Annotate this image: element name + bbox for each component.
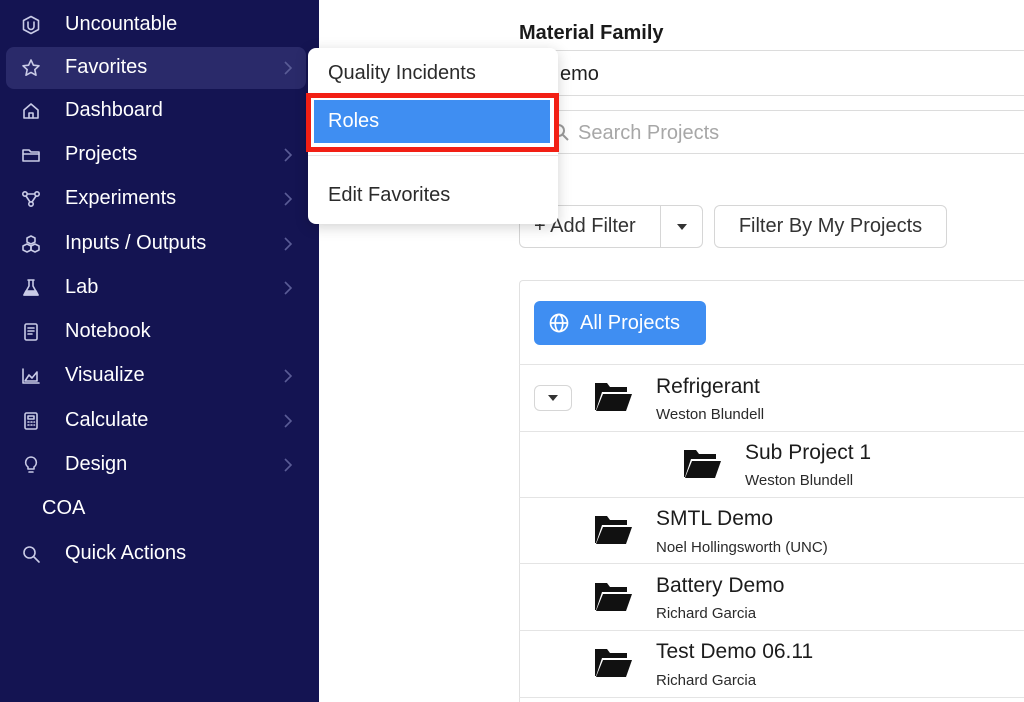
chevron-right-icon bbox=[280, 59, 296, 77]
sidebar-item-label: Visualize bbox=[65, 364, 145, 386]
project-name[interactable]: Sub Project 1 bbox=[745, 441, 871, 465]
sidebar-item-lab[interactable]: Lab bbox=[6, 267, 306, 309]
all-projects-button[interactable]: All Projects bbox=[534, 301, 706, 345]
search-icon bbox=[20, 543, 42, 565]
caret-down-icon bbox=[548, 395, 558, 401]
sidebar-item-label: Projects bbox=[65, 143, 138, 165]
sidebar-item-label: Design bbox=[65, 453, 128, 475]
chevron-right-icon bbox=[280, 235, 296, 253]
sidebar: Uncountable Favorites Dashboard Projects… bbox=[0, 0, 319, 702]
project-owner: Noel Hollingsworth (UNC) bbox=[656, 539, 828, 556]
project-name[interactable]: Test Demo 06.11 bbox=[656, 640, 813, 664]
star-icon bbox=[20, 57, 42, 79]
chevron-right-icon bbox=[280, 456, 296, 474]
folder-icon bbox=[593, 380, 633, 414]
sidebar-item-label: Dashboard bbox=[65, 99, 163, 121]
row-divider bbox=[519, 697, 1024, 698]
chevron-right-icon bbox=[280, 190, 296, 208]
all-projects-label: All Projects bbox=[580, 311, 681, 334]
row-divider bbox=[519, 630, 1024, 631]
sidebar-item-label: COA bbox=[42, 497, 86, 519]
sidebar-item-label: Lab bbox=[65, 276, 99, 298]
sidebar-item-dashboard[interactable]: Dashboard bbox=[6, 90, 306, 132]
folder-icon bbox=[593, 580, 633, 614]
project-owner: Weston Blundell bbox=[745, 472, 854, 489]
area-chart-icon bbox=[20, 365, 42, 387]
sidebar-item-experiments[interactable]: Experiments bbox=[6, 178, 306, 220]
project-name[interactable]: Refrigerant bbox=[656, 375, 760, 399]
row-divider bbox=[519, 497, 1024, 498]
sidebar-item-design[interactable]: Design bbox=[6, 444, 306, 486]
add-filter-dropdown[interactable] bbox=[661, 206, 702, 247]
sidebar-item-label: Quick Actions bbox=[65, 542, 187, 564]
material-family-value: emo bbox=[560, 63, 599, 85]
folder-icon bbox=[593, 646, 633, 680]
sidebar-item-label: Calculate bbox=[65, 409, 149, 431]
project-owner: Weston Blundell bbox=[656, 406, 765, 423]
menu-item-roles-label: Roles bbox=[328, 110, 380, 132]
chevron-right-icon bbox=[280, 146, 296, 164]
sidebar-item-coa[interactable]: COA bbox=[6, 488, 306, 530]
chevron-right-icon bbox=[280, 367, 296, 385]
folder-icon bbox=[682, 447, 722, 481]
material-family-select[interactable]: emo bbox=[519, 50, 1024, 96]
sidebar-item-favorites[interactable]: Favorites bbox=[6, 47, 306, 89]
sidebar-item-label: Uncountable bbox=[65, 13, 178, 35]
row-divider bbox=[519, 364, 1024, 365]
sidebar-item-calculate[interactable]: Calculate bbox=[6, 400, 306, 442]
folder-icon bbox=[593, 513, 633, 547]
menu-item-edit-favorites[interactable]: Edit Favorites bbox=[328, 184, 450, 207]
search-placeholder: Search Projects bbox=[578, 122, 720, 144]
project-name[interactable]: Battery Demo bbox=[656, 574, 784, 598]
sidebar-item-visualize[interactable]: Visualize bbox=[6, 355, 306, 397]
project-name[interactable]: SMTL Demo bbox=[656, 507, 773, 531]
menu-divider bbox=[308, 155, 558, 156]
row-divider bbox=[519, 563, 1024, 564]
cubes-icon bbox=[20, 233, 42, 255]
chevron-right-icon bbox=[280, 412, 296, 430]
sidebar-item-quick-actions[interactable]: Quick Actions bbox=[6, 533, 306, 575]
uncountable-logo-icon bbox=[20, 14, 42, 36]
sidebar-item-notebook[interactable]: Notebook bbox=[6, 311, 306, 353]
filter-my-projects-button[interactable]: Filter By My Projects bbox=[714, 205, 947, 248]
project-owner: Richard Garcia bbox=[656, 605, 757, 622]
sidebar-item-label: Favorites bbox=[65, 56, 148, 78]
sidebar-item-label: Notebook bbox=[65, 320, 151, 342]
chevron-right-icon bbox=[280, 279, 296, 297]
menu-item-quality-incidents[interactable]: Quality Incidents bbox=[328, 62, 476, 85]
search-projects-input[interactable]: Search Projects bbox=[519, 110, 1024, 154]
lightbulb-icon bbox=[20, 454, 42, 476]
flask-icon bbox=[20, 277, 42, 299]
network-icon bbox=[20, 188, 42, 210]
sidebar-item-uncountable[interactable]: Uncountable bbox=[6, 4, 306, 46]
notebook-icon bbox=[20, 321, 42, 343]
sidebar-item-label: Experiments bbox=[65, 187, 177, 209]
sidebar-item-inputs-outputs[interactable]: Inputs / Outputs bbox=[6, 223, 306, 265]
caret-down-icon bbox=[676, 223, 687, 230]
material-family-label: Material Family bbox=[519, 22, 664, 44]
sidebar-item-projects[interactable]: Projects bbox=[6, 134, 306, 176]
row-divider bbox=[519, 431, 1024, 432]
folder-icon bbox=[20, 144, 42, 166]
sidebar-item-label: Inputs / Outputs bbox=[65, 232, 207, 254]
calculator-icon bbox=[20, 410, 42, 432]
expand-toggle-button[interactable] bbox=[534, 385, 572, 411]
project-owner: Richard Garcia bbox=[656, 672, 757, 689]
globe-icon bbox=[549, 313, 569, 333]
home-icon bbox=[20, 100, 42, 122]
